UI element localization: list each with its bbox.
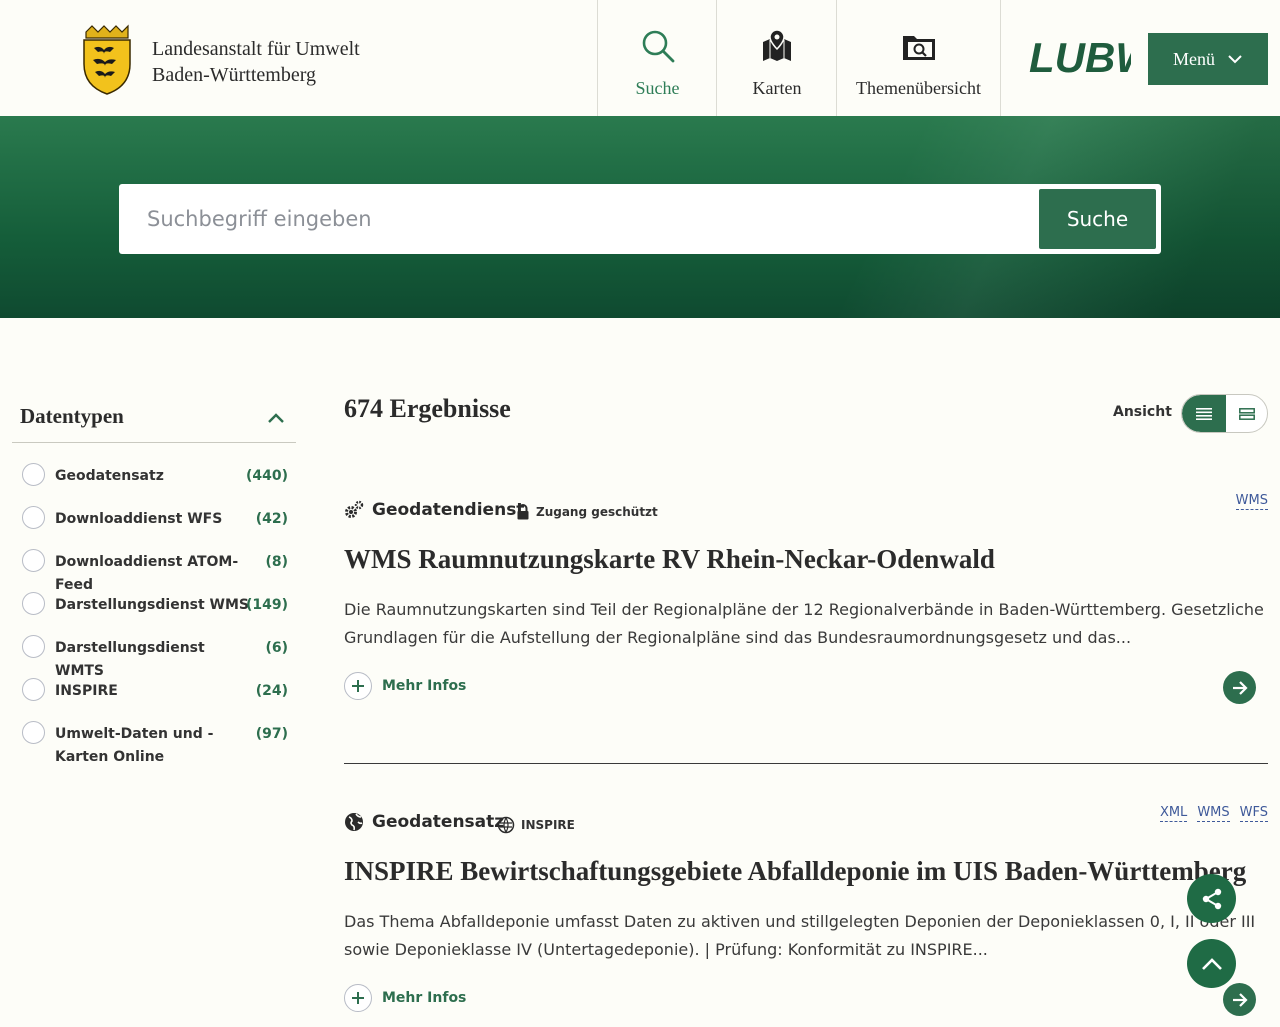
org-name-line-1: Landesanstalt für Umwelt (152, 38, 360, 60)
view-toggle (1181, 394, 1268, 433)
format-link-wms[interactable]: WMS (1197, 804, 1230, 822)
access-badge: Zugang geschützt (516, 504, 658, 520)
facet-option-label: Downloaddienst ATOM-Feed (55, 554, 239, 593)
facet-option-count: (6) (265, 640, 288, 656)
result-type-label: Geodatensatz (372, 812, 505, 832)
radio-button[interactable] (22, 463, 45, 486)
inspire-icon (497, 816, 515, 834)
result-type: Geodatensatz (344, 812, 504, 832)
facet-option-label: Darstellungsdienst WMS (55, 597, 250, 613)
result-item: Geodatendienst Zugang geschützt WMS WMS … (344, 493, 1268, 740)
search-input[interactable] (147, 202, 1027, 236)
facet-option-label: Downloaddienst WFS (55, 511, 223, 527)
share-icon (1202, 888, 1221, 909)
open-result-button[interactable] (1223, 983, 1256, 1016)
radio-button[interactable] (22, 506, 45, 529)
result-item: Geodatensatz INSPIRE XML WMS WFS INSPIRE… (344, 805, 1268, 1027)
facet-option-count: (440) (245, 468, 288, 484)
result-divider (344, 763, 1268, 764)
search-button[interactable]: Suche (1039, 189, 1156, 249)
result-formats: WMS (1235, 492, 1268, 510)
compact-view-icon (1239, 407, 1255, 420)
result-title[interactable]: WMS Raumnutzungskarte RV Rhein-Neckar-Od… (344, 544, 995, 575)
format-link-xml[interactable]: XML (1159, 804, 1188, 822)
map-icon (763, 29, 791, 61)
format-link-wfs[interactable]: WFS (1239, 804, 1268, 822)
facet-title: Datentypen (20, 404, 124, 428)
org-name-line-2: Baden-Württemberg (152, 64, 317, 86)
organization-name[interactable]: Landesanstalt für Umwelt Baden-Württembe… (152, 36, 360, 88)
facet-option-label: INSPIRE (55, 683, 118, 699)
lock-icon (517, 504, 529, 520)
more-info-label: Mehr Infos (382, 990, 467, 1006)
chevron-up-icon (1201, 957, 1222, 970)
list-view-icon (1196, 407, 1212, 420)
result-type-label: Geodatendienst (372, 500, 525, 520)
inspire-badge-label: INSPIRE (521, 818, 575, 832)
facet-option-label: Darstellungsdienst WMTS (55, 640, 205, 679)
inspire-badge: INSPIRE (497, 816, 575, 834)
chevron-up-icon[interactable] (264, 406, 288, 430)
results-count: 674 Ergebnisse (344, 394, 511, 423)
radio-button[interactable] (22, 635, 45, 658)
more-info-label: Mehr Infos (382, 678, 467, 694)
radio-button[interactable] (22, 549, 45, 572)
open-result-button[interactable] (1223, 671, 1256, 704)
plus-icon (344, 672, 372, 700)
facet-option-label: Geodatensatz (55, 468, 164, 484)
gears-icon (345, 500, 364, 518)
result-description: Das Thema Abfalldeponie umfasst Daten zu… (344, 912, 1256, 959)
format-link-wms[interactable]: WMS (1235, 492, 1268, 510)
nav-search[interactable]: Suche (597, 0, 717, 116)
nav-maps[interactable]: Karten (716, 0, 837, 116)
share-button[interactable] (1187, 874, 1236, 923)
compact-view-button[interactable] (1225, 395, 1267, 432)
nav-topics[interactable]: Themenübersicht (836, 0, 1001, 116)
lubw-logo-text: LUBW (1029, 36, 1131, 78)
menu-button[interactable]: Menü (1148, 33, 1268, 85)
list-view-button[interactable] (1182, 395, 1226, 432)
menu-button-label: Menü (1173, 48, 1215, 69)
view-label: Ansicht (1113, 404, 1172, 420)
arrow-right-icon (1232, 680, 1248, 695)
plus-icon (344, 984, 372, 1012)
nav-topics-label: Themenübersicht (856, 78, 981, 98)
result-description: Die Raumnutzungskarten sind Teil der Reg… (344, 600, 1264, 647)
result-type: Geodatendienst (344, 500, 524, 520)
facet-divider (12, 442, 296, 443)
search-icon (642, 30, 674, 63)
radio-button[interactable] (22, 678, 45, 701)
result-title[interactable]: INSPIRE Bewirtschaftungsgebiete Abfallde… (344, 856, 1246, 887)
globe-icon (345, 813, 363, 831)
arrow-right-icon (1232, 992, 1248, 1007)
more-info-toggle[interactable]: Mehr Infos (344, 672, 466, 700)
chevron-down-icon (1228, 55, 1242, 64)
facet-option-count: (8) (265, 554, 288, 570)
radio-button[interactable] (22, 721, 45, 744)
coat-of-arms-logo[interactable] (80, 24, 134, 96)
facet-option-label: Umwelt-Daten und -Karten Online (55, 726, 214, 765)
facet-option-count: (97) (255, 726, 288, 742)
nav-search-label: Suche (635, 78, 680, 98)
result-formats: XML WMS WFS (1159, 804, 1268, 822)
site-header: Landesanstalt für Umwelt Baden-Württembe… (0, 0, 1280, 116)
access-badge-label: Zugang geschützt (536, 505, 658, 519)
search-box: Suche (119, 184, 1161, 254)
lubw-logo[interactable]: LUBW (1029, 36, 1131, 78)
facet-option-count: (42) (255, 511, 288, 527)
folder-search-icon (902, 36, 935, 60)
facet-option-count: (149) (245, 597, 288, 613)
nav-maps-label: Karten (752, 78, 802, 98)
radio-button[interactable] (22, 592, 45, 615)
scroll-to-top-button[interactable] (1187, 939, 1236, 988)
facet-option-count: (24) (255, 683, 288, 699)
more-info-toggle[interactable]: Mehr Infos (344, 984, 466, 1012)
search-hero: Suche (0, 116, 1280, 318)
